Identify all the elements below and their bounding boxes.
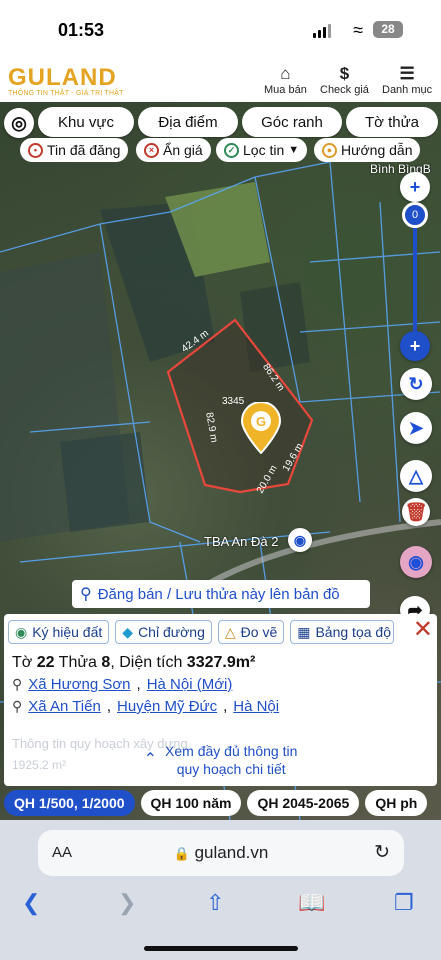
nav-danh-muc[interactable]: ☰ Danh mục bbox=[382, 64, 432, 96]
place-label-tba: TBA An Đà 2 bbox=[204, 534, 279, 549]
hide-icon: × bbox=[144, 142, 159, 158]
app-header: GULAND THÔNG TIN THẬT - GIÁ TRỊ THẬT ⌂ M… bbox=[0, 60, 441, 102]
home-indicator bbox=[144, 946, 298, 951]
tab-do-ve[interactable]: △ Đo vẽ bbox=[217, 620, 285, 644]
check-icon: ✓ bbox=[224, 142, 239, 158]
qh-ph[interactable]: QH ph bbox=[365, 790, 428, 816]
bookmarks-icon[interactable]: 📖 bbox=[298, 890, 325, 916]
link-xa-old[interactable]: Xã An Tiến bbox=[28, 698, 101, 715]
link-xa[interactable]: Xã Hương Sơn bbox=[28, 676, 130, 693]
close-icon[interactable]: ✕ bbox=[413, 618, 433, 642]
palette-icon[interactable]: ◉ bbox=[400, 546, 432, 578]
filter-goc-ranh[interactable]: Góc ranh bbox=[242, 107, 342, 137]
zoom-in-top-button[interactable]: + bbox=[400, 172, 430, 202]
measure-icon: △ bbox=[224, 623, 236, 640]
battery-indicator: 28 bbox=[373, 21, 403, 38]
tabs-icon[interactable]: ❐ bbox=[394, 890, 414, 916]
qh-2045-2065[interactable]: QH 2045-2065 bbox=[247, 790, 360, 816]
post-listing-button[interactable]: ⚲ Đăng bán / Lưu thửa này lên bản đồ bbox=[72, 580, 370, 608]
browser-chrome: AA 🔒 guland.vn ↻ ❮ ❯ ⇧ 📖 ❐ bbox=[0, 820, 441, 960]
navigate-icon[interactable]: ➤ bbox=[400, 412, 432, 444]
zoom-slider[interactable]: 0 bbox=[402, 202, 428, 352]
parcel-summary: Tờ 22 Thửa 8, Diện tích 3327.9m² bbox=[12, 654, 256, 671]
pin-icon: ⚲ bbox=[12, 698, 23, 714]
chip-loc-tin[interactable]: ✓ Lọc tin ▼ bbox=[216, 138, 308, 162]
chip-an-gia[interactable]: × Ẩn giá bbox=[136, 138, 211, 162]
svg-text:G: G bbox=[256, 414, 266, 429]
panel-tabs: ◉ Ký hiệu đất ◆ Chỉ đường △ Đo vẽ ▦ Bảng tọa… bbox=[8, 620, 395, 644]
chip-huong-dan[interactable]: ● Hướng dẫn bbox=[314, 138, 421, 162]
status-bar: 01:53 ≈ 28 bbox=[0, 0, 441, 60]
parcel-info-panel: ◉ Ký hiệu đất ◆ Chỉ đường △ Đo vẽ ▦ Bảng tọa… bbox=[4, 614, 437, 786]
table-icon: ▦ bbox=[297, 623, 311, 640]
parcel-marker[interactable]: G bbox=[240, 402, 282, 454]
user-icon: • bbox=[28, 142, 43, 158]
chevron-down-icon: ▼ bbox=[288, 144, 300, 156]
guland-logo[interactable]: GULAND THÔNG TIN THẬT - GIÁ TRỊ THẬT bbox=[8, 64, 124, 97]
trash-icon[interactable]: 🗑 bbox=[402, 498, 430, 526]
back-icon[interactable]: ❮ bbox=[22, 890, 40, 916]
lock-icon: 🔒 bbox=[173, 846, 190, 861]
forward-icon[interactable]: ❯ bbox=[118, 890, 136, 916]
dollar-icon: $ bbox=[339, 64, 350, 83]
pin-icon: ⚲ bbox=[80, 586, 92, 603]
location-new: ⚲ Xã Hương Sơn, Hà Nội (Mới) bbox=[12, 676, 233, 693]
wifi-icon: ≈ bbox=[353, 20, 363, 40]
refresh-button[interactable]: ↻ bbox=[400, 368, 432, 400]
tab-chi-duong[interactable]: ◆ Chỉ đường bbox=[115, 620, 212, 644]
chip-tin-da-dang[interactable]: • Tin đã đăng bbox=[20, 138, 129, 162]
qh-1-500[interactable]: QH 1/500, 1/2000 bbox=[4, 790, 135, 816]
filter-to-thua[interactable]: Tờ thửa bbox=[346, 107, 438, 137]
tab-ky-hieu-dat[interactable]: ◉ Ký hiệu đất bbox=[8, 620, 110, 644]
tab-bang-toa-do[interactable]: ▦ Bảng tọa độ bbox=[290, 620, 395, 644]
filter-khu-vuc[interactable]: Khu vực bbox=[38, 107, 134, 137]
planning-layer-bar: QH 1/500, 1/2000 QH 100 năm QH 2045-2065… bbox=[0, 790, 441, 820]
share-icon[interactable]: ⇧ bbox=[206, 890, 224, 916]
address-bar[interactable]: AA 🔒 guland.vn ↻ bbox=[38, 830, 404, 876]
pin-icon: ⚲ bbox=[12, 676, 23, 692]
house-icon: ⌂ bbox=[280, 64, 291, 83]
link-tp[interactable]: Hà Nội bbox=[233, 698, 279, 715]
link-tinh[interactable]: Hà Nội (Mới) bbox=[147, 676, 233, 693]
zoom-slider-handle[interactable]: 0 bbox=[402, 202, 428, 228]
qh-100-nam[interactable]: QH 100 năm bbox=[140, 790, 242, 816]
nav-check-gia[interactable]: $ Check giá bbox=[320, 64, 369, 96]
zoom-in-button[interactable]: + bbox=[400, 331, 430, 361]
view-full-planning-button[interactable]: ⌃ Xem đầy đủ thông tin quy hoạch chi tiết bbox=[4, 742, 437, 778]
reload-icon[interactable]: ↻ bbox=[374, 841, 390, 864]
filter-dia-diem[interactable]: Địa điểm bbox=[138, 107, 238, 137]
locate-me-button[interactable]: ◎ bbox=[4, 108, 34, 138]
link-huyen[interactable]: Huyện Mỹ Đức bbox=[117, 698, 217, 715]
measure-tool-button[interactable]: △ bbox=[400, 460, 432, 492]
signal-icon bbox=[313, 24, 331, 38]
url-text: 🔒 guland.vn bbox=[173, 843, 269, 862]
palette-icon: ◉ bbox=[15, 623, 28, 640]
chevron-up-icon: ⌃ bbox=[143, 751, 158, 768]
directions-icon: ◆ bbox=[122, 623, 134, 640]
status-time: 01:53 bbox=[58, 20, 105, 40]
menu-icon: ☰ bbox=[399, 64, 415, 83]
guide-icon: ● bbox=[322, 142, 337, 158]
poi-icon[interactable]: ◉ bbox=[288, 528, 312, 552]
location-old: ⚲ Xã An Tiến, Huyện Mỹ Đức, Hà Nội bbox=[12, 698, 280, 715]
nav-mua-ban[interactable]: ⌂ Mua bán bbox=[264, 64, 307, 96]
